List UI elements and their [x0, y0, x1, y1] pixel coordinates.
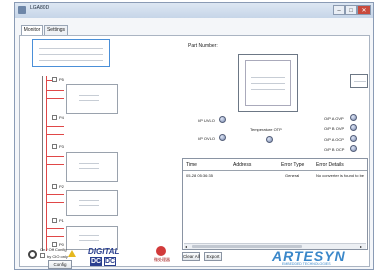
slot-p2-label: P2	[59, 184, 64, 189]
col-address: Address	[233, 162, 252, 168]
op-b-ovp-label: O/P B OVP	[324, 126, 345, 131]
slot-p5-module[interactable]	[66, 84, 118, 114]
slot-p4-label: P4	[59, 115, 64, 120]
row-details: No converter is found to be	[316, 173, 365, 178]
col-time: Time	[186, 162, 197, 168]
slot-p2-checkbox[interactable]	[52, 184, 57, 189]
slot-p3-checkbox[interactable]	[52, 144, 57, 149]
ip-uvlo-label: I/P UVLO	[198, 118, 215, 123]
title-bar: LGA80D – □ ✕	[15, 3, 373, 18]
error-table: Time Address Error Type Error Details 05…	[182, 158, 368, 250]
part-number-label: Part Number:	[188, 43, 218, 49]
slot-p4-checkbox[interactable]	[52, 115, 57, 120]
warning-icon	[68, 250, 76, 257]
app-window: LGA80D – □ ✕ Monitor Settings P5 P4 P3 P…	[14, 2, 374, 270]
col-error-type: Error Type	[281, 162, 305, 168]
op-b-ocp-label: O/P B OCP	[324, 147, 345, 152]
chip-label: 微处理器	[154, 257, 170, 262]
col-error-details: Error Details	[316, 162, 344, 168]
clear-all-button[interactable]: Clear All	[182, 252, 200, 261]
module-preview	[238, 54, 298, 112]
digital-dc-2: DC	[104, 257, 116, 266]
temp-otp-led-icon	[266, 136, 273, 143]
ip-ovlo-label: I/P OVLO	[198, 136, 216, 141]
table-row[interactable]: 05-28 05:36:35 General No converter is f…	[183, 171, 367, 179]
minimize-button[interactable]: –	[333, 5, 345, 15]
scroll-left-icon[interactable]: ◂	[185, 244, 187, 249]
scroll-right-icon[interactable]: ▸	[360, 244, 362, 249]
ip-uvlo-led-icon	[219, 116, 226, 123]
artesyn-tagline: EMBEDDED TECHNOLOGIES	[282, 262, 331, 266]
tab-settings[interactable]: Settings	[44, 25, 68, 35]
digital-dc-1: DC	[90, 257, 102, 266]
slot-p2-module[interactable]	[66, 190, 118, 216]
window-title: LGA80D	[30, 5, 50, 11]
op-a-ocp-label: O/P A OCP	[324, 137, 344, 142]
row-time: 05-28 05:36:35	[186, 173, 213, 178]
row-type: General	[285, 173, 300, 178]
op-a-ocp-led-icon	[350, 135, 357, 142]
maximize-button[interactable]: □	[345, 5, 357, 15]
slot-p1-checkbox[interactable]	[52, 218, 57, 223]
slot-p5-checkbox[interactable]	[52, 77, 57, 82]
op-a-ovp-led-icon	[350, 114, 357, 121]
cio-only-checkbox[interactable]	[40, 253, 45, 258]
slot-p1-label: P1	[59, 218, 64, 223]
op-a-ovp-label: O/P A OVP	[324, 116, 344, 121]
slot-p3-label: P3	[59, 144, 64, 149]
export-button[interactable]: Export	[204, 252, 222, 261]
monitor-panel: P5 P4 P3 P2 P1 P0 Part Number: I/P UVLO …	[19, 35, 370, 269]
op-b-ovp-led-icon	[350, 124, 357, 131]
app-icon	[18, 6, 26, 14]
chip-icon	[156, 246, 166, 256]
temp-otp-label: Temperature OTP	[250, 127, 282, 132]
op-b-ocp-led-icon	[350, 145, 357, 152]
tab-strip: Monitor Settings	[21, 25, 81, 36]
part-side-box	[350, 74, 368, 88]
ip-ovlo-led-icon	[219, 134, 226, 141]
slot-p3-module[interactable]	[66, 152, 118, 182]
system-overview-box[interactable]	[32, 39, 110, 67]
power-icon[interactable]	[28, 250, 37, 259]
slot-column: P5 P4 P3 P2 P1 P0	[34, 76, 124, 251]
slot-p5-label: P5	[59, 77, 64, 82]
cio-only-label: by CIO only	[47, 254, 68, 259]
onoff-config-label: On / Off Config	[40, 247, 67, 252]
digital-logo-text: DIGITAL	[88, 247, 120, 256]
close-button[interactable]: ✕	[357, 5, 371, 15]
config-button[interactable]: Config	[48, 260, 72, 269]
